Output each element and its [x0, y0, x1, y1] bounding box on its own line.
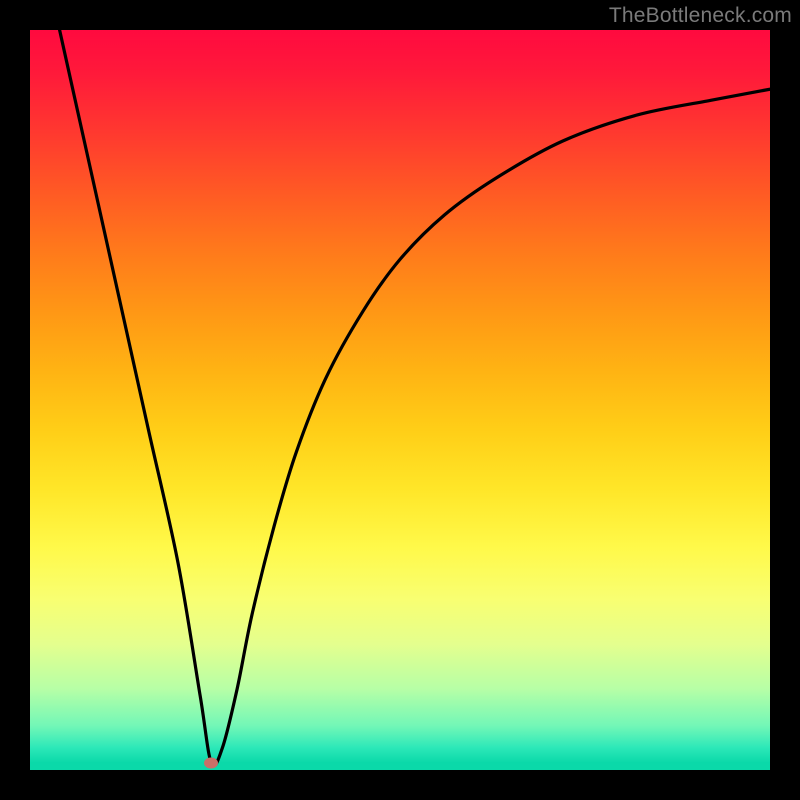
- chart-plot-area: [30, 30, 770, 770]
- chart-curve-svg: [30, 30, 770, 770]
- bottleneck-curve: [60, 30, 770, 766]
- watermark-text: TheBottleneck.com: [609, 4, 792, 28]
- chart-frame: TheBottleneck.com: [0, 0, 800, 800]
- chart-marker-dot: [204, 757, 218, 768]
